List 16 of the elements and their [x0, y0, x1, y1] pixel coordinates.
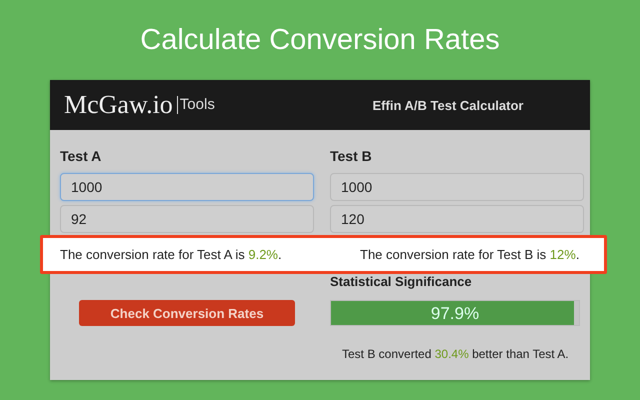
significance-reading: 97.9% [430, 304, 480, 324]
significance-label: Statistical Significance [330, 274, 473, 289]
conversion-rate-text: The conversion rate for Test A is 9.2%. [59, 247, 283, 262]
improvement-summary: Test B converted 30.4% better than Test A. [342, 347, 570, 361]
app-title: Effin A/B Test Calculator [372, 98, 524, 112]
input-field[interactable]: 1000 [330, 173, 584, 201]
logo: McGaw.io [64, 90, 173, 120]
check-rates-button[interactable]: Check Conversion Rates [79, 300, 295, 326]
page-headline: Calculate Conversion Rates [139, 23, 501, 58]
input-field[interactable]: 120 [330, 205, 584, 233]
test-label: Test A [60, 147, 102, 166]
input-field[interactable]: 92 [60, 205, 314, 233]
conversion-rate-text: The conversion rate for Test B is 12%. [359, 247, 580, 262]
input-field[interactable]: 1000 [60, 173, 314, 201]
logo-suffix: Tools [176, 96, 215, 114]
test-label: Test B [330, 147, 373, 166]
